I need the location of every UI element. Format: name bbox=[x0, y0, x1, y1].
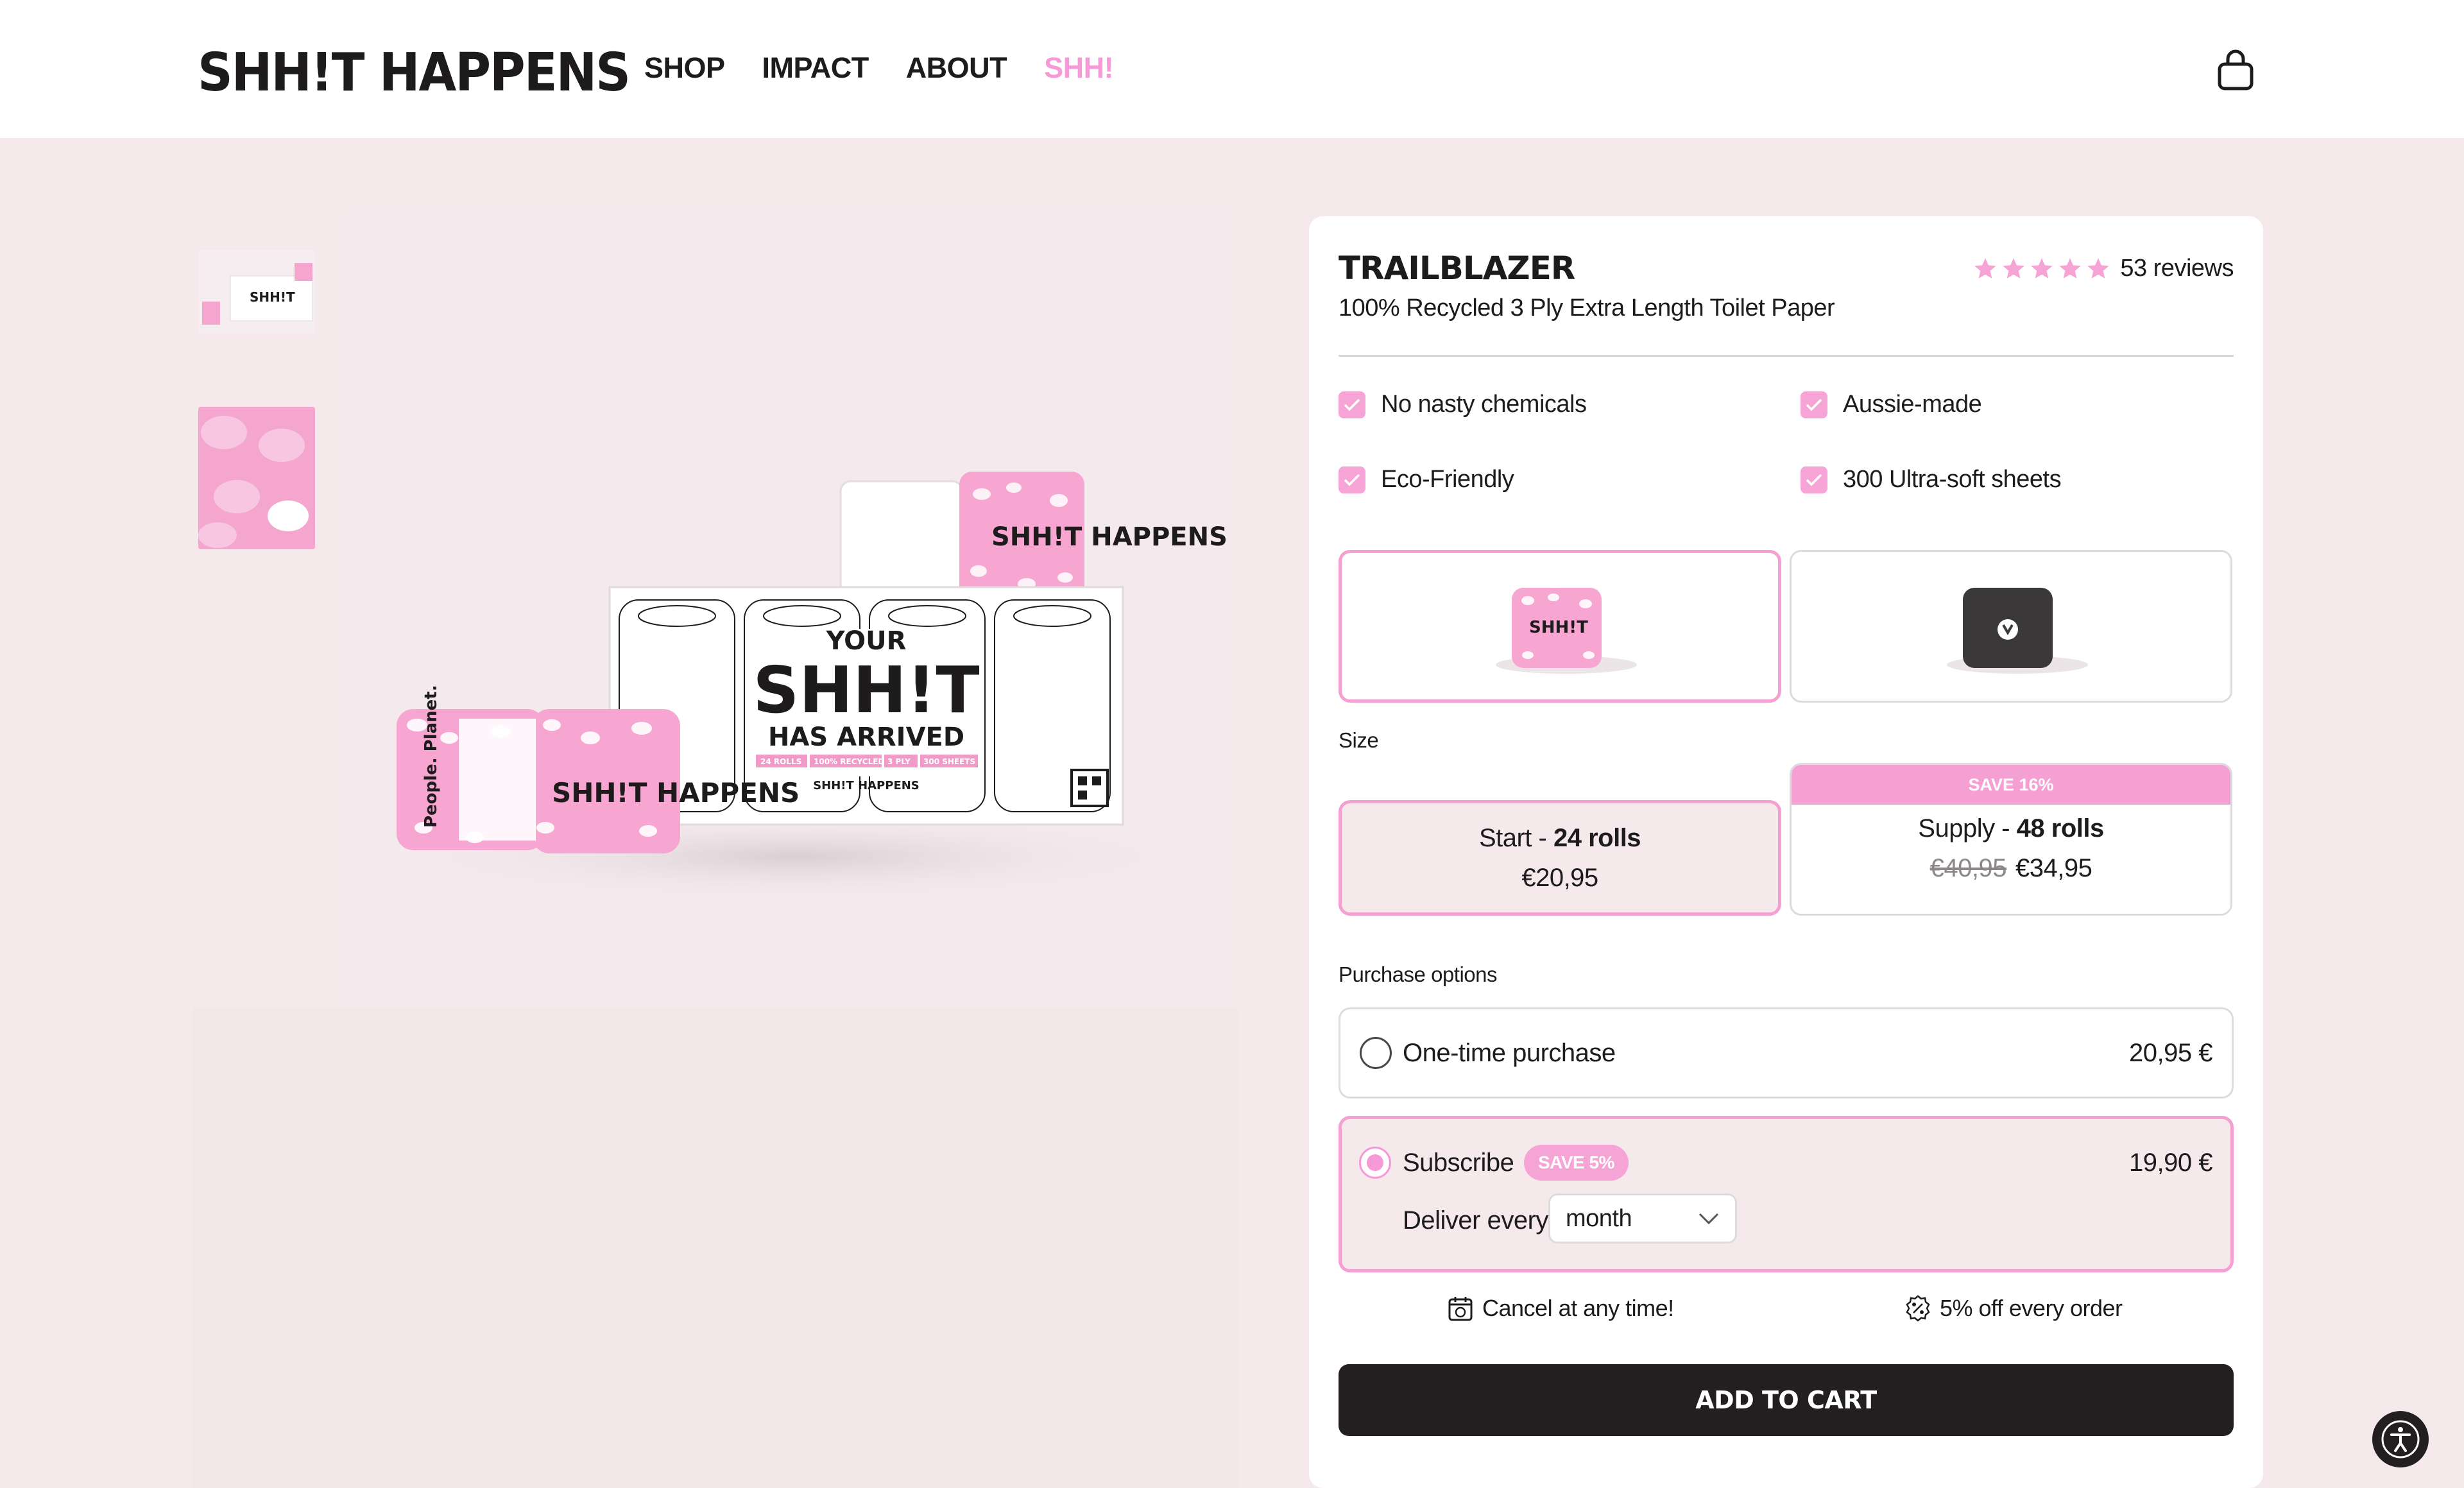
deliver-every-label: Deliver every bbox=[1403, 1206, 1548, 1235]
star-icon bbox=[2087, 257, 2110, 278]
one-time-radio[interactable] bbox=[1360, 1037, 1392, 1069]
one-time-purchase-option[interactable]: One-time purchase 20,95 € bbox=[1339, 1007, 2234, 1099]
size-24-name: 24 rolls bbox=[1553, 824, 1641, 852]
box-text-brand-big: SHH!T bbox=[753, 653, 979, 728]
product-title: TRAILBLAZER bbox=[1339, 250, 1575, 287]
gallery-lower-panel bbox=[193, 1007, 1238, 1488]
box-text-arrived: HAS ARRIVED bbox=[768, 723, 964, 752]
box-tag-rolls: 24 ROLLS bbox=[760, 757, 801, 766]
delivery-frequency-value: month bbox=[1566, 1204, 1632, 1232]
nav-about[interactable]: ABOUT bbox=[906, 51, 1007, 85]
size-48-prices: €40,95 €34,95 bbox=[1930, 848, 2092, 888]
product-card: TRAILBLAZER 100% Recycled 3 Ply Extra Le… bbox=[1309, 216, 2263, 1488]
svg-text:SHH!T: SHH!T bbox=[250, 289, 295, 305]
roll-front-brand: SHH!T HAPPENS bbox=[552, 777, 800, 808]
feature-label: 300 Ultra-soft sheets bbox=[1843, 466, 2062, 493]
one-time-label: One-time purchase bbox=[1403, 1039, 1616, 1067]
feature-label: Eco-Friendly bbox=[1381, 466, 1514, 493]
main-product-image: SHH!T HAPPENS YOUR SHH!T HAS ARRIVED 24 … bbox=[346, 212, 1232, 1007]
subscribe-label: Subscribe bbox=[1403, 1149, 1514, 1177]
perk-cancel-anytime: Cancel at any time! bbox=[1446, 1294, 1674, 1322]
subscribe-option[interactable]: Subscribe SAVE 5% 19,90 € Deliver every … bbox=[1339, 1116, 2234, 1272]
variant-pink[interactable]: SHH!T bbox=[1339, 550, 1781, 703]
box-tag-recycled: 100% RECYCLED bbox=[814, 757, 884, 766]
feature-label: Aussie-made bbox=[1843, 391, 1982, 418]
nav-shh[interactable]: SHH! bbox=[1044, 51, 1114, 85]
feature-aussie-made: Aussie-made bbox=[1801, 391, 1982, 418]
variant-black[interactable] bbox=[1790, 550, 2232, 703]
save-5-badge: SAVE 5% bbox=[1524, 1145, 1629, 1181]
accessibility-button[interactable] bbox=[2372, 1411, 2429, 1467]
thumbnail-rolls-pattern[interactable] bbox=[198, 407, 315, 549]
perk-discount-label: 5% off every order bbox=[1940, 1295, 2123, 1321]
svg-text:SHH!T: SHH!T bbox=[1529, 618, 1588, 637]
chevron-down-icon bbox=[1698, 1213, 1719, 1225]
size-24-title: Start - 24 rolls bbox=[1479, 818, 1641, 858]
calendar-icon bbox=[1448, 1297, 1473, 1321]
feature-ultra-soft: 300 Ultra-soft sheets bbox=[1801, 466, 2062, 493]
roll-top-brand: SHH!T HAPPENS bbox=[991, 522, 1228, 552]
size-label: Size bbox=[1339, 728, 1379, 752]
main-nav: SHOP IMPACT ABOUT SHH! bbox=[644, 51, 1151, 85]
size-48-name: 48 rolls bbox=[2016, 814, 2105, 842]
star-icon bbox=[2003, 257, 2025, 278]
feature-label: No nasty chemicals bbox=[1381, 391, 1587, 418]
purchase-options-label: Purchase options bbox=[1339, 962, 1498, 986]
shopping-bag-icon[interactable] bbox=[2216, 49, 2255, 91]
one-time-price: 20,95 € bbox=[2129, 1039, 2212, 1067]
feature-eco-friendly: Eco-Friendly bbox=[1339, 466, 1514, 493]
check-icon bbox=[1339, 391, 1365, 418]
subscribe-price: 19,90 € bbox=[2129, 1149, 2212, 1177]
size-48-title: Supply - 48 rolls bbox=[1918, 808, 2105, 848]
star-rating bbox=[1972, 256, 2111, 282]
size-option-48-rolls[interactable]: SAVE 16% Supply - 48 rolls €40,95 €34,95 bbox=[1790, 763, 2232, 916]
delivery-frequency-select[interactable]: month bbox=[1548, 1193, 1737, 1244]
star-icon bbox=[1974, 257, 1997, 278]
percent-badge-icon bbox=[1906, 1295, 1930, 1322]
perk-discount: 5% off every order bbox=[1904, 1294, 2123, 1322]
subscribe-radio[interactable] bbox=[1359, 1147, 1391, 1179]
logo[interactable]: SHH!T HAPPENS bbox=[198, 41, 631, 103]
box-small-brand: SHH!T HAPPENS bbox=[813, 779, 920, 792]
size-option-24-rolls[interactable]: Start - 24 rolls €20,95 bbox=[1339, 800, 1781, 916]
size-48-prefix: Supply - bbox=[1918, 814, 2017, 842]
divider bbox=[1339, 355, 2234, 357]
perk-cancel-label: Cancel at any time! bbox=[1482, 1295, 1674, 1321]
black-roll-image bbox=[1947, 588, 2088, 674]
star-icon bbox=[2059, 257, 2082, 278]
site-header: SHH!T HAPPENS SHOP IMPACT ABOUT SHH! bbox=[0, 0, 2464, 138]
rating[interactable]: 53 reviews bbox=[1972, 255, 2234, 282]
nav-shop[interactable]: SHOP bbox=[644, 51, 725, 85]
size-24-prefix: Start - bbox=[1478, 824, 1553, 852]
size-48-old-price: €40,95 bbox=[1929, 854, 2007, 882]
box-tag-ply: 3 PLY bbox=[887, 757, 911, 766]
size-48-price: €34,95 bbox=[2015, 854, 2092, 882]
roll-side-slogan: People. Planet. bbox=[422, 685, 441, 828]
size-24-price: €20,95 bbox=[1521, 864, 1598, 892]
feature-no-chemicals: No nasty chemicals bbox=[1339, 391, 1587, 418]
reviews-count[interactable]: 53 reviews bbox=[2120, 255, 2234, 282]
star-icon bbox=[2031, 257, 2053, 278]
check-icon bbox=[1339, 466, 1365, 493]
check-icon bbox=[1801, 466, 1827, 493]
product-subtitle: 100% Recycled 3 Ply Extra Length Toilet … bbox=[1339, 295, 1835, 321]
add-to-cart-button[interactable]: ADD TO CART bbox=[1339, 1364, 2234, 1436]
pink-roll-image: SHH!T bbox=[1496, 588, 1637, 674]
box-text-your: YOUR bbox=[826, 626, 907, 656]
box-tag-sheets: 300 SHEETS bbox=[923, 757, 975, 766]
save-16-banner: SAVE 16% bbox=[1792, 765, 2230, 805]
nav-impact[interactable]: IMPACT bbox=[762, 51, 869, 85]
check-icon bbox=[1801, 391, 1827, 418]
accessibility-icon bbox=[2381, 1420, 2420, 1458]
thumbnail-product-box[interactable]: SHH!T bbox=[198, 250, 315, 334]
